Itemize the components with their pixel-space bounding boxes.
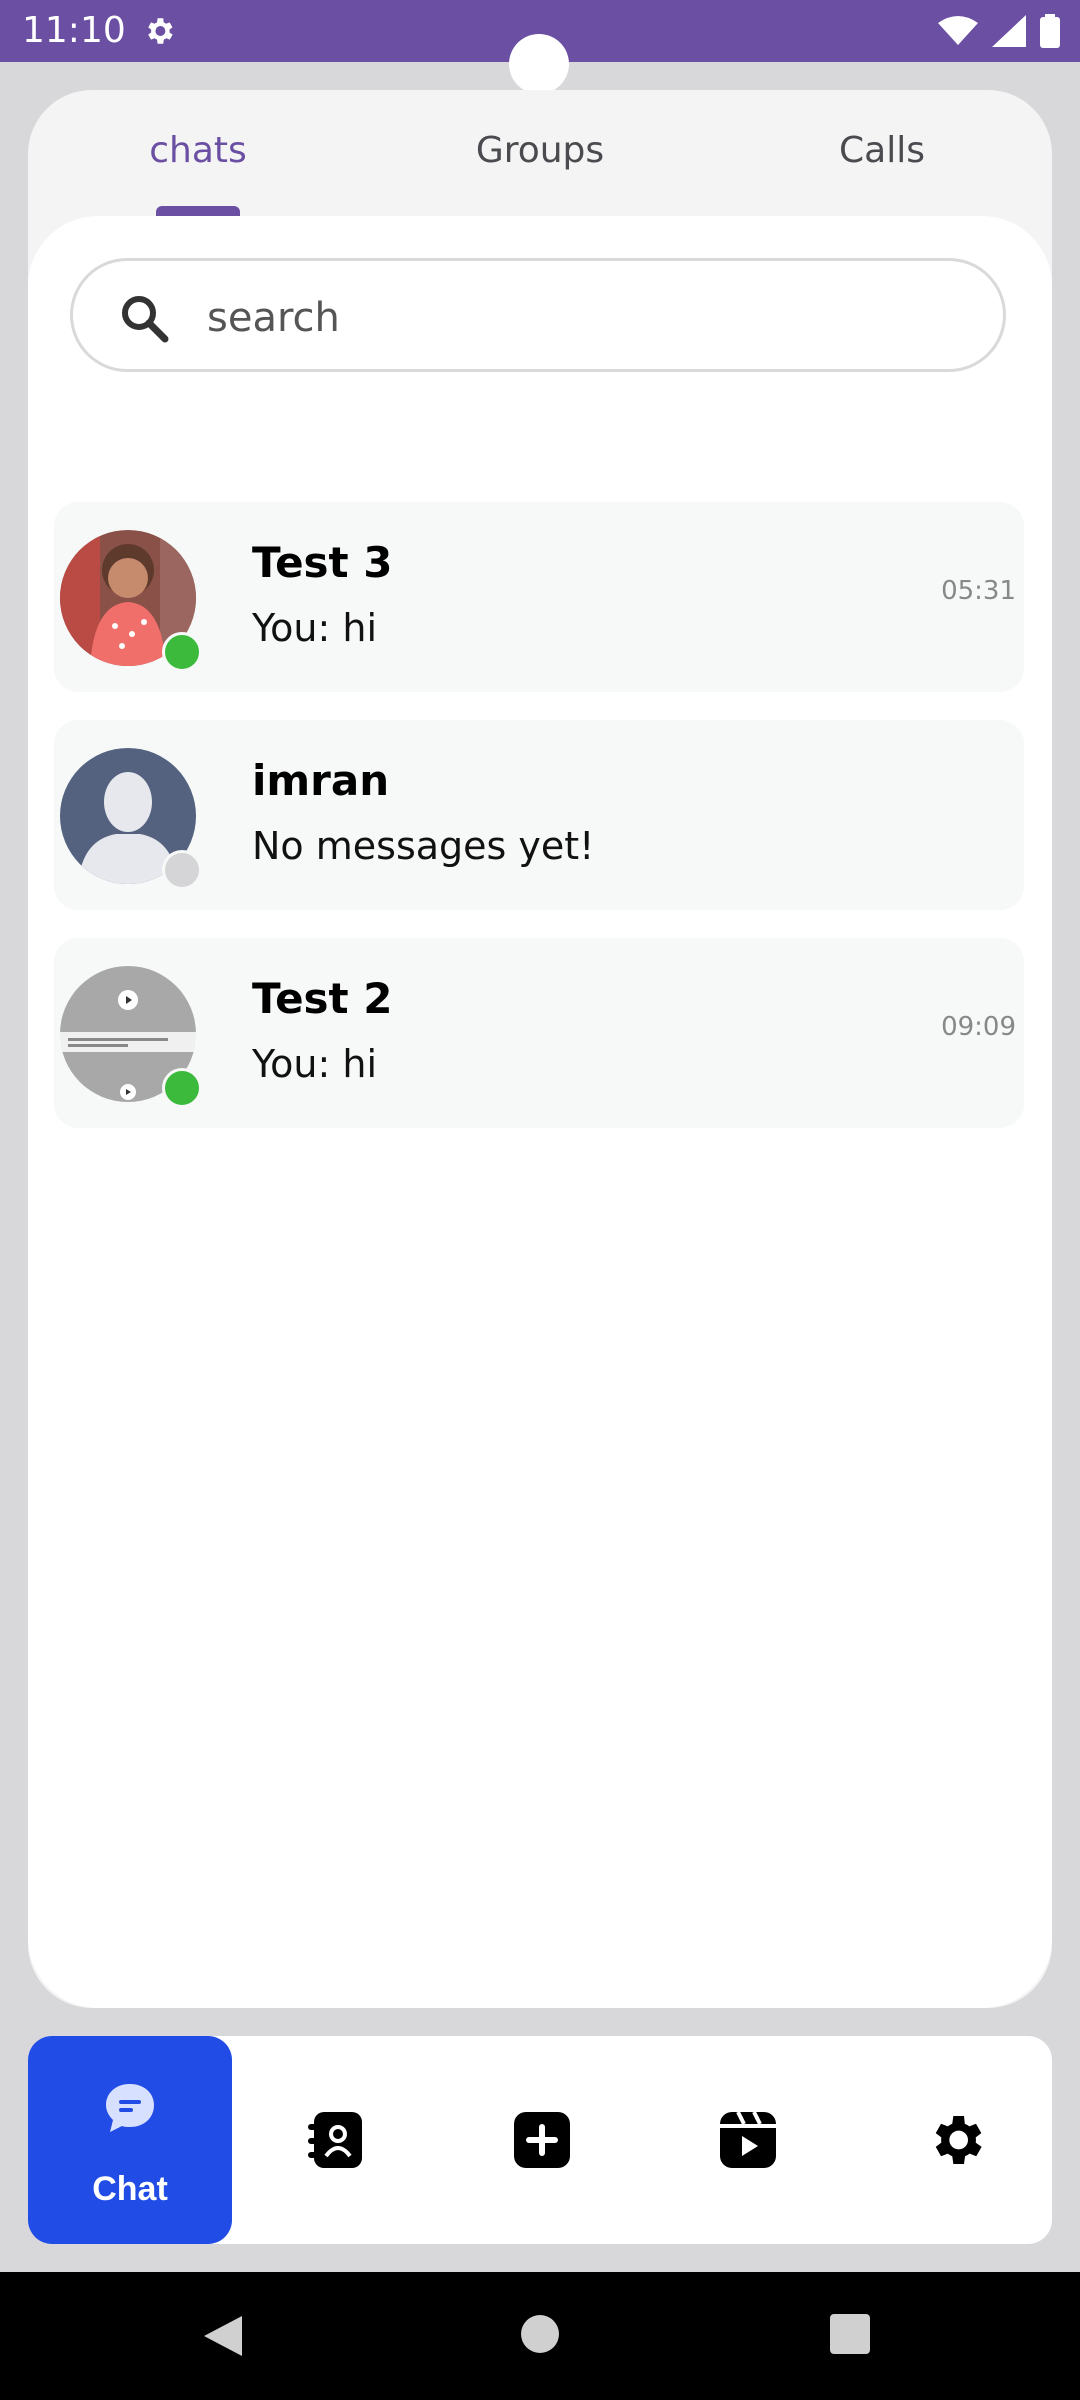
chat-bubble-icon: [106, 2084, 154, 2132]
system-nav-bar: [0, 2272, 1080, 2400]
reels-icon[interactable]: [716, 2108, 780, 2172]
contacts-icon[interactable]: [306, 2108, 370, 2172]
tab-calls[interactable]: Calls: [782, 130, 982, 171]
back-icon[interactable]: [202, 2314, 244, 2358]
chat-item[interactable]: Test 3 You: hi 05:31: [54, 502, 1024, 692]
chat-preview: You: hi: [252, 1042, 378, 1086]
tab-chats[interactable]: chats: [98, 130, 298, 171]
search-input[interactable]: [205, 287, 969, 349]
online-status-dot: [162, 632, 202, 672]
nav-chat-label: Chat: [92, 2170, 168, 2208]
chat-preview: No messages yet!: [252, 824, 595, 868]
offline-status-dot: [162, 850, 202, 890]
search-bar[interactable]: [70, 258, 1006, 372]
status-icons: [938, 12, 1060, 50]
recents-icon[interactable]: [830, 2314, 870, 2354]
search-icon: [122, 296, 169, 343]
chat-item[interactable]: Test 2 You: hi 09:09: [54, 938, 1024, 1128]
bottom-nav: Chat: [28, 2036, 1052, 2244]
chat-list-panel: Test 3 You: hi 05:31 imran No messages y…: [28, 216, 1052, 2008]
chat-preview: You: hi: [252, 606, 378, 650]
tab-groups[interactable]: Groups: [440, 130, 640, 171]
chat-time: 09:09: [941, 1012, 1016, 1042]
tab-bar: chats Groups Calls: [28, 90, 1052, 218]
main-card: chats Groups Calls search Test 3 You: hi…: [28, 90, 1052, 2008]
tab-indicator: [156, 206, 240, 216]
home-icon[interactable]: [520, 2314, 560, 2354]
settings-gear-icon: [148, 18, 173, 44]
add-icon[interactable]: [510, 2108, 574, 2172]
chat-name: Test 3: [252, 538, 393, 587]
cell-signal-icon: [992, 15, 1026, 47]
online-status-dot: [162, 1068, 202, 1108]
camera-cutout: [509, 34, 569, 94]
wifi-icon: [938, 16, 978, 45]
nav-chat-button[interactable]: Chat: [28, 2036, 232, 2244]
settings-icon[interactable]: [924, 2108, 988, 2172]
chat-name: imran: [252, 756, 390, 805]
chat-name: Test 2: [252, 974, 393, 1023]
chat-item[interactable]: imran No messages yet!: [54, 720, 1024, 910]
chat-time: 05:31: [941, 576, 1016, 606]
status-time: 11:10: [22, 10, 126, 51]
battery-icon: [1040, 14, 1060, 48]
